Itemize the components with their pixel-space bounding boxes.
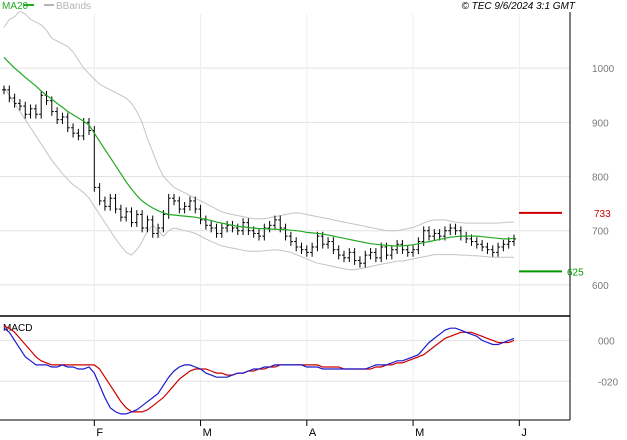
price-y-tick-label: 900 [592,118,609,129]
bb-upper-line [3,10,514,232]
target-levels: 733 625 [519,209,611,278]
macd-lines [3,325,515,415]
macd-gridlines [0,320,570,418]
price-y-tick-label: 1000 [592,64,615,75]
bbands-legend-label: BBands [56,1,91,12]
macd-y-ticks: 000 -020 [598,336,618,388]
bbands-legend-swatch [44,4,54,6]
target-level-label: 625 [567,267,584,278]
target-level-label: 733 [594,209,611,220]
price-y-tick-label: 800 [592,173,609,184]
macd-title: MACD [3,323,32,334]
x-tick-label: M [415,427,424,439]
price-y-ticks: 600 700 800 900 1000 [592,64,615,292]
bb-lower-line [3,86,514,271]
price-gridlines [0,14,570,312]
ma20-legend-label: MA20 [2,1,29,12]
x-tick-label: M [203,427,212,439]
macd-y-tick-label: 000 [598,336,615,347]
x-tick-label: F [96,427,103,439]
x-tick-label: A [309,427,317,439]
price-y-tick-label: 700 [592,227,609,238]
copyright-text: © TEC 9/6/2024 3:1 GMT [461,1,575,12]
x-axis-ticks: FMAMJ [93,420,527,439]
stock-chart: MA20 BBands © TEC 9/6/2024 3:1 GMT 733 62… [0,1,618,439]
macd-line [3,327,515,415]
x-tick-label: J [521,427,527,439]
ma20-line [3,56,515,247]
macd-y-tick-label: -020 [598,377,618,388]
ma20-path [3,56,515,247]
price-y-tick-label: 600 [592,281,609,292]
